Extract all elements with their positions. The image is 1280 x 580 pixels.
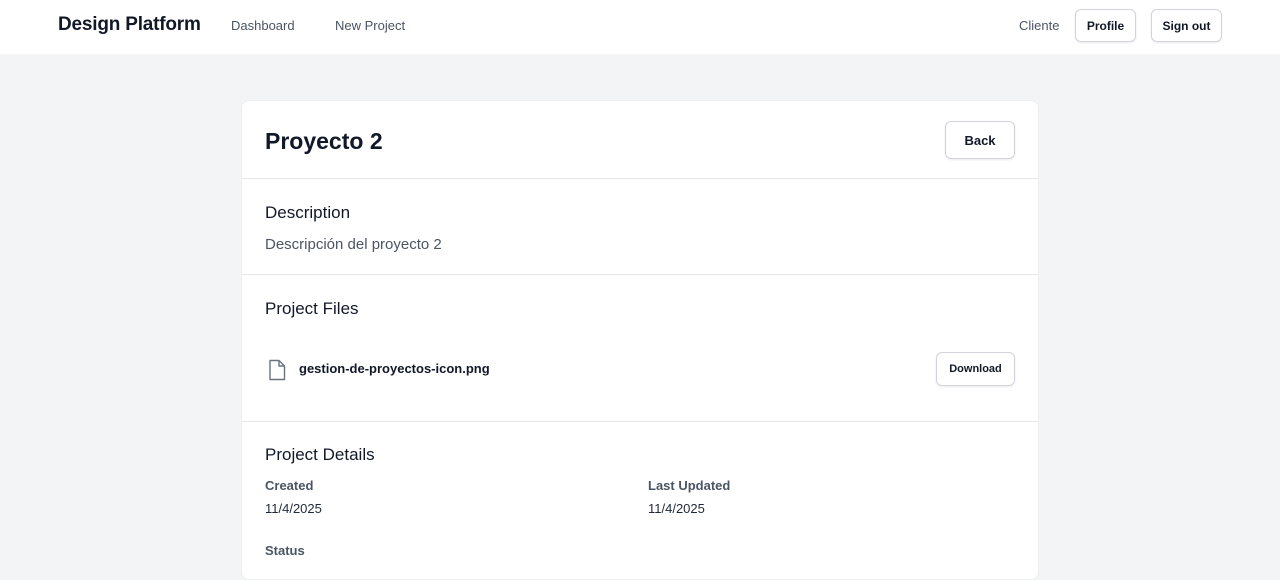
project-details-section: Project Details Created 11/4/2025 Last U…	[242, 101, 1038, 579]
brand-logo-text[interactable]: Design Platform	[58, 14, 201, 36]
nav-link-dashboard[interactable]: Dashboard	[231, 18, 295, 33]
project-details-heading: Project Details	[265, 445, 375, 464]
status-label: Status	[265, 543, 305, 558]
nav-link-new-project[interactable]: New Project	[335, 18, 405, 33]
user-role-label: Cliente	[1019, 18, 1060, 33]
top-navbar: Design Platform Dashboard New Project Cl…	[0, 0, 1280, 54]
created-label: Created	[265, 478, 314, 493]
last-updated-label: Last Updated	[648, 478, 731, 493]
profile-button[interactable]: Profile	[1075, 9, 1136, 42]
sign-out-button[interactable]: Sign out	[1151, 9, 1222, 42]
created-value: 11/4/2025	[265, 501, 322, 516]
last-updated-value: 11/4/2025	[648, 501, 705, 516]
project-card: Proyecto 2 Back Description Descripción …	[241, 100, 1039, 580]
